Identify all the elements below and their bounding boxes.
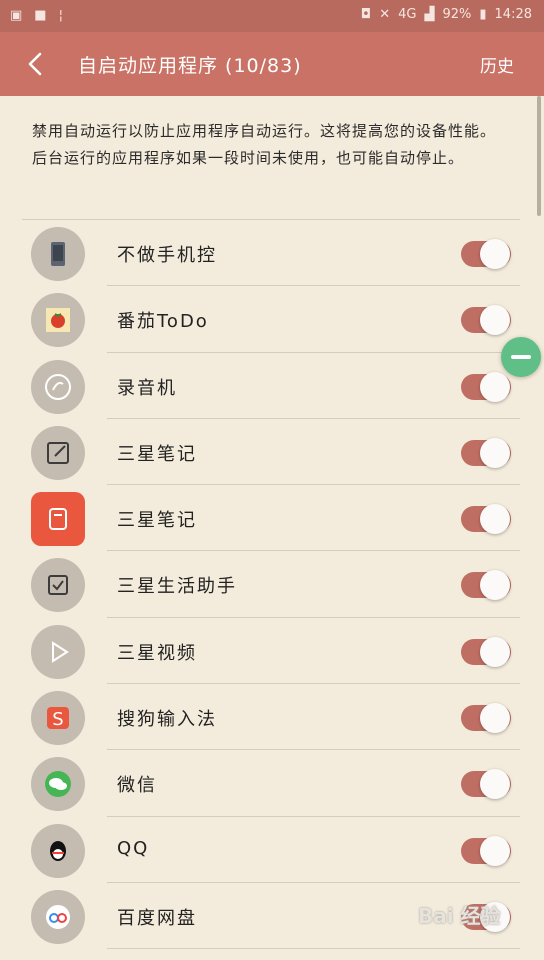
list-item[interactable]: 三星笔记 (0, 419, 544, 486)
battery-percent: 92% (442, 7, 472, 22)
back-icon[interactable] (22, 46, 54, 82)
autostart-toggle[interactable] (461, 504, 511, 535)
autostart-toggle[interactable] (461, 703, 511, 734)
history-button[interactable]: 历史 (480, 52, 514, 77)
autostart-toggle[interactable] (461, 769, 511, 800)
phone-icon (31, 227, 85, 281)
screenshot-icon: ▣ (10, 8, 23, 23)
signal-label: 4G (398, 7, 417, 22)
floating-minus-button[interactable] (501, 337, 541, 377)
clock: 14:28 (494, 7, 532, 22)
scrollbar[interactable] (537, 96, 541, 216)
app-name: 不做手机控 (117, 245, 217, 266)
notebook-icon (31, 492, 85, 547)
autostart-toggle[interactable] (461, 305, 511, 336)
watermark: Bai 经验 (418, 904, 501, 928)
nfc-icon: ◘ (360, 7, 372, 22)
list-item[interactable]: 录音机 (0, 353, 544, 419)
qq-icon (31, 823, 85, 878)
play-icon (31, 624, 85, 679)
mute-icon: ✕ (379, 7, 391, 22)
app-name: 录音机 (117, 377, 177, 399)
app-bar: 自启动应用程序 (10/83) 历史 (0, 32, 544, 96)
tomato-icon (31, 293, 85, 348)
app-name: 三星笔记 (117, 510, 197, 532)
page-title: 自启动应用程序 (10/83) (78, 55, 302, 77)
app-name: 百度网盘 (117, 907, 197, 929)
app-name: 三星笔记 (117, 443, 197, 465)
list-item[interactable]: QQ (0, 817, 544, 883)
list-item[interactable]: 不做手机控 (0, 220, 544, 287)
autostart-toggle[interactable] (461, 835, 511, 866)
wechat-icon (31, 757, 85, 812)
list-item[interactable]: 三星视频 (0, 618, 544, 685)
status-bar: ▣ ■ ¦ ◘ ✕ 4G ▟ 92% ▮ 14:28 (0, 0, 544, 32)
battery-icon: ▮ (479, 7, 487, 22)
sogou-icon: S (31, 691, 85, 746)
list-item[interactable]: 三星生活助手 (0, 551, 544, 618)
signal-icon: ▟ (424, 7, 435, 22)
cloud-drive-icon (31, 889, 85, 944)
app-name: 番茄ToDo (117, 311, 209, 333)
app-list: 不做手机控 番茄ToDo 录音机 三星笔记 三星笔记 三星生活助手 三星视频 S… (0, 220, 544, 950)
recorder-icon (31, 359, 85, 414)
app-name: QQ (117, 837, 150, 859)
app-name: 三星视频 (117, 642, 197, 664)
sim-icon: ¦ (58, 8, 63, 23)
list-item[interactable]: 三星笔记 (0, 485, 544, 552)
video-icon: ■ (34, 8, 47, 23)
svg-text:S: S (52, 709, 63, 730)
app-name: 搜狗输入法 (117, 709, 217, 731)
app-name: 微信 (117, 775, 157, 797)
list-item[interactable]: S 搜狗输入法 (0, 684, 544, 751)
app-name: 三星生活助手 (117, 576, 237, 598)
list-item[interactable]: 番茄ToDo (0, 286, 544, 353)
autostart-toggle[interactable] (461, 239, 511, 269)
note-icon (31, 425, 85, 480)
autostart-toggle[interactable] (461, 437, 511, 468)
checkbox-icon (31, 558, 85, 613)
autostart-toggle[interactable] (461, 570, 511, 601)
autostart-toggle[interactable] (461, 371, 511, 402)
description-text: 禁用自动运行以防止应用程序自动运行。这将提高您的设备性能。后台运行的应用程序如果… (32, 122, 497, 167)
minus-icon (511, 355, 531, 359)
list-item[interactable]: 微信 (0, 750, 544, 817)
autostart-toggle[interactable] (461, 636, 511, 667)
